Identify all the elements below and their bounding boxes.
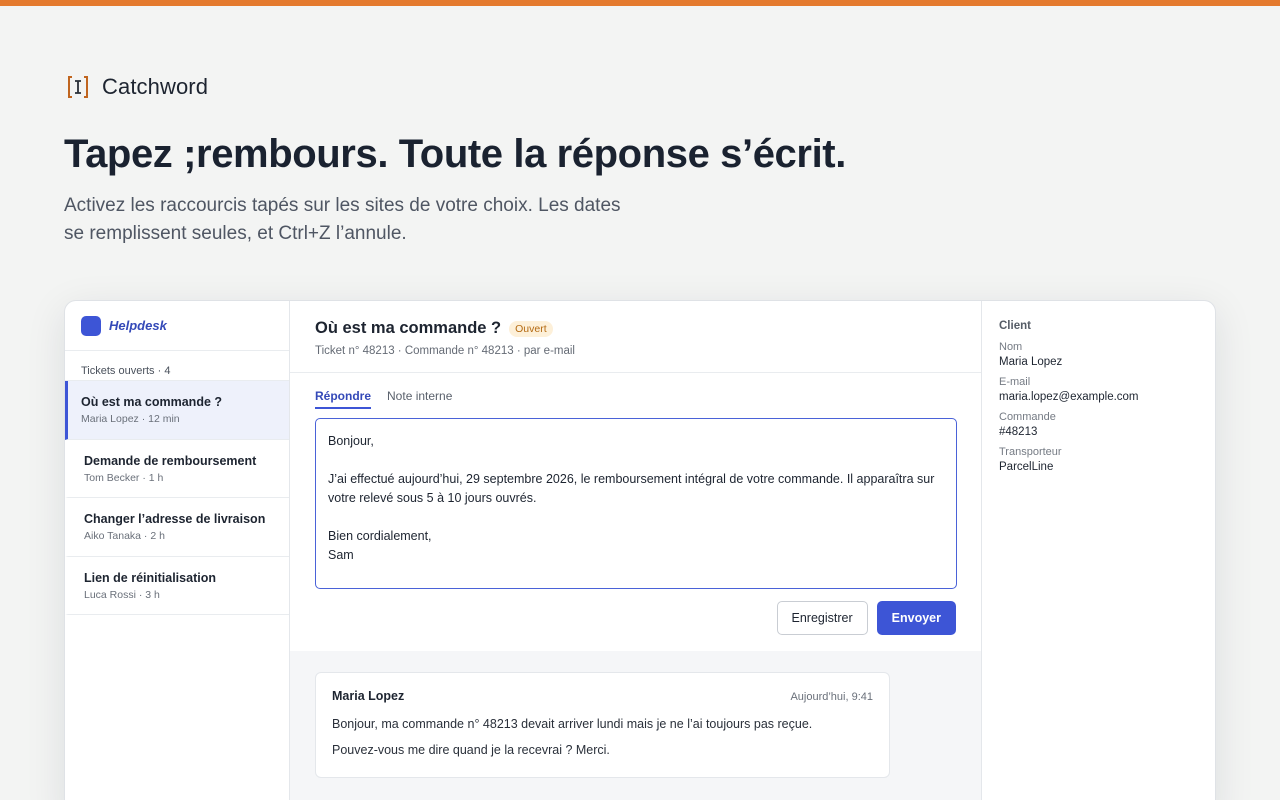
reply-greeting: Bonjour, bbox=[328, 434, 374, 448]
ticket-title: Où est ma commande ? bbox=[81, 395, 223, 409]
ticket-meta: Maria Lopez · 12 min bbox=[81, 413, 180, 425]
reply-editor[interactable]: Bonjour, J’ai effectué aujourd’hui, 29 s… bbox=[315, 418, 957, 589]
brand: Catchword bbox=[66, 74, 208, 100]
text-cursor-bracket-icon bbox=[68, 76, 88, 98]
ticket-title: Changer l’adresse de livraison bbox=[84, 512, 266, 526]
helpdesk-brand: Helpdesk bbox=[65, 301, 289, 351]
tab-internal-note[interactable]: Note interne bbox=[387, 389, 452, 409]
field-value: Maria Lopez bbox=[999, 356, 1063, 368]
reply-closing: Bien cordialement, bbox=[328, 529, 432, 543]
ticket-title: Lien de réinitialisation bbox=[84, 570, 216, 585]
field-value: #48213 bbox=[999, 426, 1038, 438]
conversation-header: Où est ma commande ? Ouvert Ticket n° 48… bbox=[290, 301, 981, 373]
ticket-item[interactable]: Changer l’adresse de livraison Aiko Tana… bbox=[65, 498, 289, 557]
message-line: Pouvez-vous me dire quand je la recevrai… bbox=[332, 743, 610, 757]
field-value: ParcelLine bbox=[999, 461, 1054, 473]
client-header: Client bbox=[999, 320, 1031, 332]
tab-reply[interactable]: Répondre bbox=[315, 389, 372, 409]
conversation-panel: Où est ma commande ? Ouvert Ticket n° 48… bbox=[290, 301, 982, 800]
field-label: Nom bbox=[999, 341, 1023, 353]
message-line: Bonjour, ma commande n° 48213 devait arr… bbox=[332, 717, 813, 731]
customer-message: Maria Lopez Aujourd’hui, 9:41 Bonjour, m… bbox=[315, 672, 890, 778]
client-field-order: Commande #48213 bbox=[999, 411, 1198, 438]
hero-subline: Activez les raccourcis tapés sur les sit… bbox=[64, 195, 621, 244]
brand-name: Catchword bbox=[102, 74, 209, 99]
helpdesk-logo-icon bbox=[81, 315, 101, 336]
client-field-carrier: Transporteur ParcelLine bbox=[999, 446, 1198, 473]
ticket-meta: Aiko Tanaka · 2 h bbox=[84, 530, 165, 542]
ticket-item[interactable]: Où est ma commande ? Maria Lopez · 12 mi… bbox=[65, 381, 289, 440]
reply-signature: Sam bbox=[328, 548, 354, 562]
ticket-item[interactable]: Demande de remboursement Tom Becker · 1 … bbox=[65, 440, 289, 498]
save-button[interactable]: Enregistrer bbox=[776, 601, 868, 635]
conversation-meta: Ticket n° 48213 · Commande n° 48213 · pa… bbox=[315, 345, 575, 357]
ticket-meta: Tom Becker · 1 h bbox=[84, 471, 164, 484]
field-value: maria.lopez@example.com bbox=[999, 391, 1139, 403]
ticket-sidebar: Helpdesk Tickets ouverts · 4 Où est ma c… bbox=[65, 301, 290, 800]
composer-actions: Enregistrer Envoyer bbox=[315, 601, 956, 635]
ticket-meta: Luca Rossi · 3 h bbox=[84, 588, 160, 601]
reply-composer: Répondre Note interne Bonjour, J’ai effe… bbox=[290, 373, 981, 651]
message-author: Maria Lopez bbox=[332, 689, 405, 703]
client-field-name: Nom Maria Lopez bbox=[999, 341, 1198, 368]
hero-headline: Tapez ;rembours. Toute la réponse s’écri… bbox=[64, 132, 846, 176]
message-time: Aujourd’hui, 9:41 bbox=[790, 691, 873, 703]
composer-tabs: Répondre Note interne bbox=[315, 389, 956, 409]
send-button[interactable]: Envoyer bbox=[876, 601, 956, 635]
ticket-title: Demande de remboursement bbox=[84, 453, 257, 468]
conversation-title: Où est ma commande ? bbox=[315, 319, 502, 337]
ticket-item[interactable]: Lien de réinitialisation Luca Rossi · 3 … bbox=[65, 557, 289, 615]
status-badge: Ouvert bbox=[509, 320, 553, 337]
reply-body: J’ai effectué aujourd’hui, 29 septembre … bbox=[328, 472, 935, 505]
message-thread: Maria Lopez Aujourd’hui, 9:41 Bonjour, m… bbox=[290, 651, 981, 800]
client-field-email: E-mail maria.lopez@example.com bbox=[999, 376, 1198, 403]
field-label: Commande bbox=[999, 411, 1056, 423]
open-tickets-header: Tickets ouverts · 4 bbox=[65, 351, 289, 381]
top-accent-bar bbox=[0, 0, 1280, 6]
helpdesk-app-name: Helpdesk bbox=[109, 318, 167, 333]
client-panel: Client Nom Maria Lopez E-mail maria.lope… bbox=[982, 301, 1215, 800]
helpdesk-app-window: Helpdesk Tickets ouverts · 4 Où est ma c… bbox=[64, 300, 1216, 800]
field-label: Transporteur bbox=[999, 446, 1062, 458]
field-label: E-mail bbox=[999, 376, 1031, 388]
